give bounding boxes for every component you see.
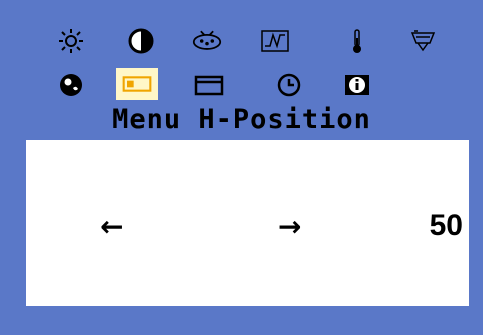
- left-arrow-icon[interactable]: ←: [100, 210, 123, 243]
- position-value: 50: [429, 209, 463, 242]
- adjustment-panel: ← → 50: [26, 140, 469, 306]
- waveform-icon[interactable]: [258, 26, 292, 56]
- osd-position-icon[interactable]: [116, 68, 158, 100]
- window-position-icon[interactable]: [192, 70, 226, 100]
- color-icon[interactable]: [406, 26, 440, 56]
- timer-icon[interactable]: [272, 70, 306, 100]
- contrast-icon[interactable]: [124, 26, 158, 56]
- osd-menu: Menu H-Position ← → 50: [0, 0, 483, 335]
- auto-adjust-icon[interactable]: [190, 26, 224, 56]
- right-arrow-icon[interactable]: →: [278, 210, 301, 243]
- brightness-icon[interactable]: [54, 26, 88, 56]
- menu-title: Menu H-Position: [112, 104, 371, 135]
- information-icon[interactable]: [340, 70, 374, 100]
- thermometer-icon[interactable]: [340, 26, 374, 56]
- language-icon[interactable]: [54, 70, 88, 100]
